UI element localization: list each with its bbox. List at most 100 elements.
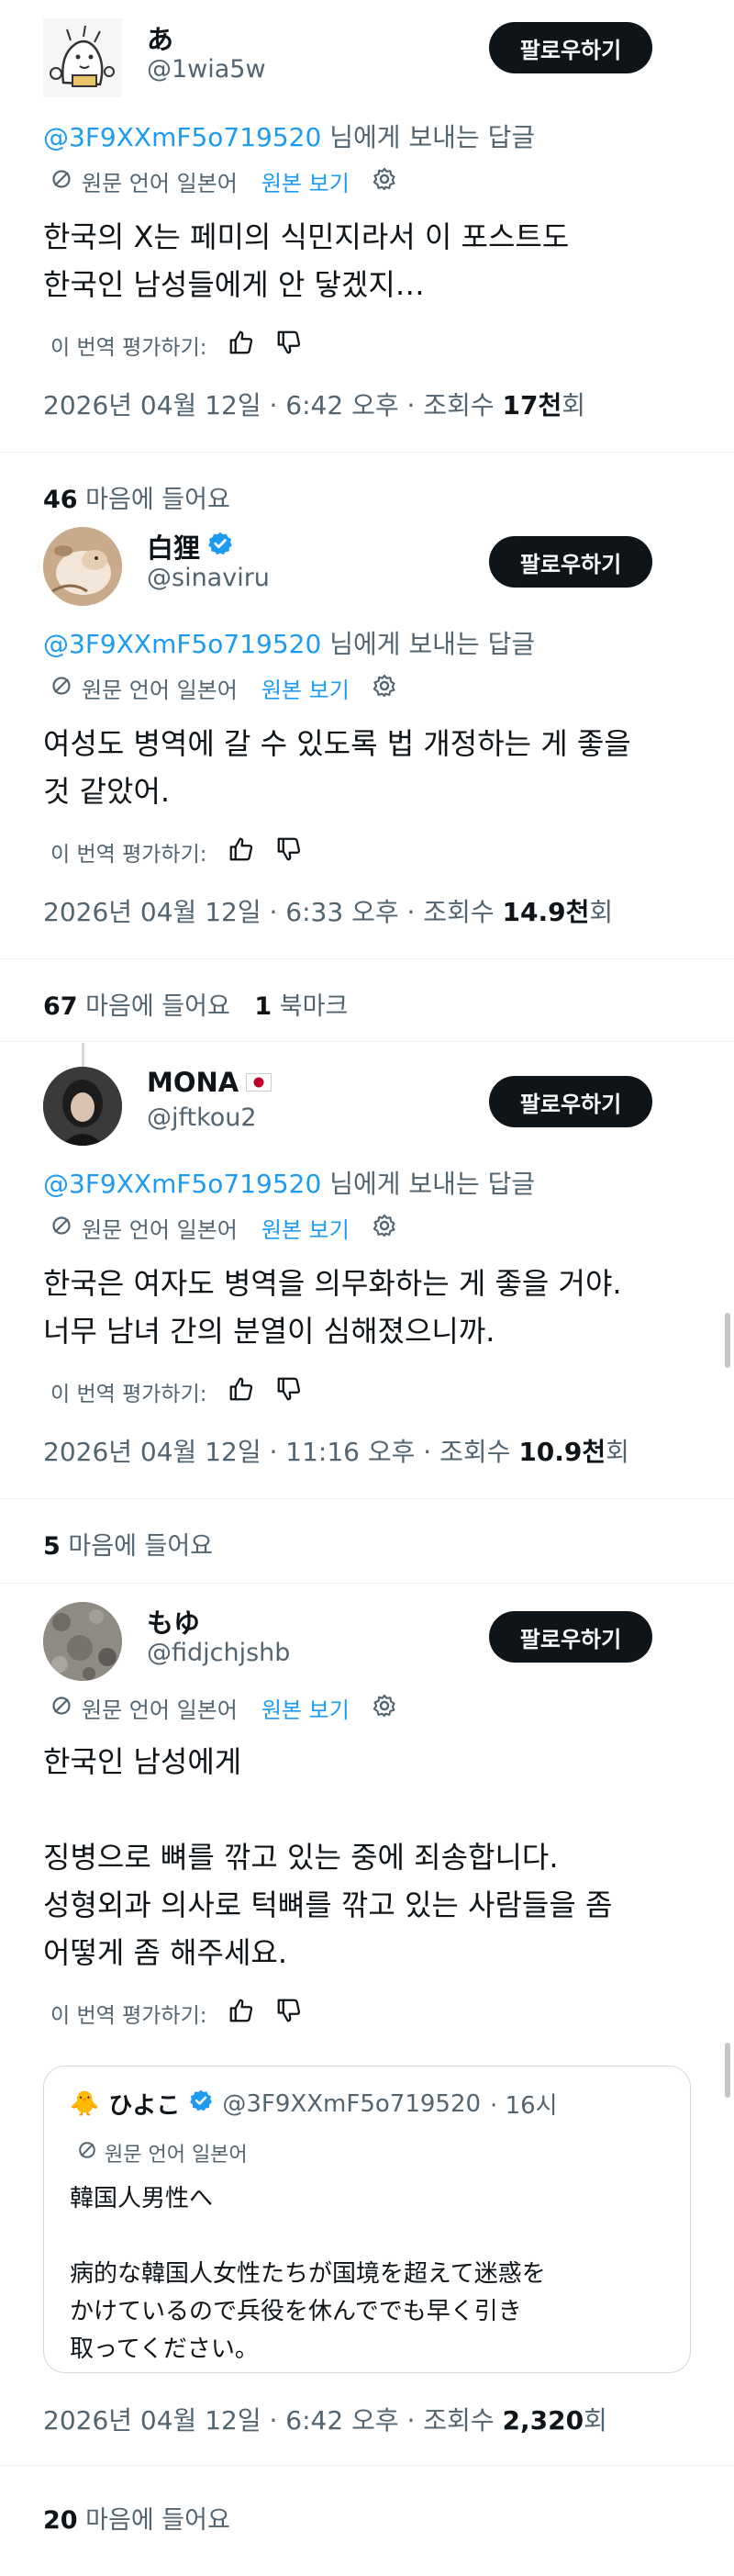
- display-name[interactable]: MONA: [147, 1067, 272, 1098]
- chick-emoji-icon: 🐥: [70, 2089, 100, 2118]
- show-original-link[interactable]: 원본 보기: [261, 1692, 350, 1724]
- reply-to-line: @3F9XXmF5o719520 님에게 보내는 답글: [43, 1164, 535, 1201]
- display-name[interactable]: もゆ: [147, 1602, 200, 1641]
- post-text: 한국은 여자도 병역을 의무화하는 게 좋을 거야. 너무 남녀 간의 분열이 …: [43, 1266, 622, 1349]
- likes-label[interactable]: 마음에 들어요: [85, 486, 230, 514]
- likes-count[interactable]: 46: [43, 486, 78, 514]
- quoted-post[interactable]: 🐥 ひよこ @3F9XXmF5o719520 · 16시 원문 언어 일본어 韓…: [43, 2066, 691, 2373]
- rate-translation-row: 이 번역 평가하기:: [50, 1997, 303, 2030]
- views-unit: 회: [606, 1437, 629, 1467]
- display-name-text: もゆ: [147, 1607, 201, 1639]
- follow-button[interactable]: 팔로우하기: [489, 1611, 652, 1663]
- views-unit: 회: [562, 390, 585, 420]
- source-language: 원문 언어 일본어: [82, 1697, 238, 1723]
- likes-label[interactable]: 마음에 들어요: [85, 992, 230, 1021]
- verified-badge-icon: [189, 2089, 213, 2119]
- likes-count[interactable]: 20: [43, 2506, 78, 2535]
- translate-icon: [50, 675, 72, 702]
- show-original-link[interactable]: 원본 보기: [261, 1212, 350, 1244]
- post-metadata: 2026년 04월 12일 · 6:42 오후 · 조회수 2,320회: [43, 2401, 607, 2437]
- scrollbar-thumb[interactable]: [725, 1313, 730, 1368]
- divider: [0, 1498, 734, 1499]
- user-handle[interactable]: @1wia5w: [147, 55, 266, 84]
- divider: [0, 1583, 734, 1584]
- thumbs-down-icon[interactable]: [275, 835, 303, 868]
- likes-count[interactable]: 5: [43, 1532, 61, 1561]
- post-metadata: 2026년 04월 12일 · 11:16 오후 · 조회수 10.9천회: [43, 1432, 629, 1469]
- divider: [0, 958, 734, 959]
- follow-button[interactable]: 팔로우하기: [489, 22, 652, 73]
- thumbs-up-icon[interactable]: [228, 835, 255, 868]
- show-original-link[interactable]: 원본 보기: [261, 165, 350, 197]
- bookmarks-label[interactable]: 북마크: [280, 992, 349, 1021]
- gear-icon[interactable]: [372, 1213, 397, 1244]
- timestamp[interactable]: 2026년 04월 12일 · 6:42 오후 ·: [43, 390, 415, 420]
- thumbs-up-icon[interactable]: [228, 1997, 255, 2030]
- mention-link[interactable]: @3F9XXmF5o719520: [43, 629, 321, 659]
- thumbs-down-icon[interactable]: [275, 329, 303, 362]
- avatar[interactable]: [43, 527, 122, 606]
- mention-link[interactable]: @3F9XXmF5o719520: [43, 1169, 321, 1199]
- bookmarks-count[interactable]: 1: [254, 992, 272, 1021]
- gear-icon[interactable]: [372, 1693, 397, 1724]
- engagement-stats: 46 마음에 들어요: [43, 479, 230, 515]
- thumbs-up-icon[interactable]: [228, 329, 255, 362]
- thumbs-down-icon[interactable]: [275, 1375, 303, 1408]
- engagement-stats: 20 마음에 들어요: [43, 2500, 230, 2536]
- quoted-post-text: 韓国人男性へ 病的な韓国人女性たちが国境を超えて迷惑を かけているので兵役を休ん…: [70, 2185, 546, 2363]
- avatar[interactable]: [43, 1602, 122, 1681]
- thumbs-down-icon[interactable]: [275, 1997, 303, 2030]
- translate-icon: [50, 1695, 72, 1722]
- avatar[interactable]: [43, 1067, 122, 1146]
- views-count: 17천: [502, 390, 562, 420]
- scrollbar-thumb[interactable]: [725, 2043, 730, 2098]
- timestamp[interactable]: 2026년 04월 12일 · 6:42 오후 ·: [43, 2405, 415, 2436]
- avatar[interactable]: [43, 18, 122, 97]
- timestamp[interactable]: 2026년 04월 12일 · 6:33 오후 ·: [43, 897, 415, 927]
- follow-button[interactable]: 팔로우하기: [489, 536, 652, 588]
- translation-row: 원문 언어 일본어 원본 보기: [50, 672, 397, 704]
- likes-label[interactable]: 마음에 들어요: [68, 1532, 213, 1561]
- views-label: 조회수: [423, 2405, 495, 2436]
- gear-icon[interactable]: [372, 166, 397, 197]
- user-handle[interactable]: @sinaviru: [147, 564, 270, 592]
- reply-to-line: @3F9XXmF5o719520 님에게 보내는 답글: [43, 118, 535, 154]
- display-name[interactable]: 白狸: [147, 527, 233, 566]
- user-handle[interactable]: @jftkou2: [147, 1103, 257, 1132]
- rate-translation-row: 이 번역 평가하기:: [50, 1375, 303, 1408]
- quoted-display-name: ひよこ: [108, 2092, 181, 2120]
- post-metadata: 2026년 04월 12일 · 6:42 오후 · 조회수 17천회: [43, 386, 585, 422]
- post-text: 한국의 X는 페미의 식민지라서 이 포스트도 한국인 남성들에게 안 닿겠지…: [43, 219, 570, 302]
- quoted-source-language: 원문 언어 일본어: [105, 2144, 248, 2167]
- divider: [0, 452, 734, 453]
- translate-icon: [50, 168, 72, 196]
- views-unit: 회: [589, 897, 614, 927]
- source-language: 원문 언어 일본어: [82, 171, 238, 196]
- follow-button[interactable]: 팔로우하기: [489, 1076, 652, 1127]
- quoted-post-header: 🐥 ひよこ @3F9XXmF5o719520 · 16시: [70, 2087, 558, 2121]
- verified-badge-icon: [207, 531, 233, 563]
- gear-icon[interactable]: [372, 673, 397, 704]
- display-name-text: MONA: [147, 1067, 239, 1098]
- views-count: 14.9천: [502, 897, 590, 927]
- mention-link[interactable]: @3F9XXmF5o719520: [43, 122, 321, 152]
- views-label: 조회수: [423, 897, 495, 927]
- likes-label[interactable]: 마음에 들어요: [85, 2506, 230, 2535]
- translate-icon: [50, 1215, 72, 1242]
- thumbs-up-icon[interactable]: [228, 1375, 255, 1408]
- japan-flag-icon: [246, 1067, 272, 1098]
- user-handle[interactable]: @fidjchjshb: [147, 1639, 290, 1667]
- likes-count[interactable]: 67: [43, 992, 78, 1021]
- rate-translation-row: 이 번역 평가하기:: [50, 329, 303, 362]
- engagement-stats: 67 마음에 들어요 1 북마크: [43, 986, 348, 1022]
- rate-translation-label: 이 번역 평가하기:: [50, 336, 207, 360]
- reply-to-line: @3F9XXmF5o719520 님에게 보내는 답글: [43, 624, 535, 661]
- quoted-translation-row: 원문 언어 일본어: [77, 2138, 248, 2167]
- show-original-link[interactable]: 원본 보기: [261, 672, 350, 704]
- quoted-time: · 16시: [490, 2092, 558, 2120]
- views-label: 조회수: [423, 390, 495, 420]
- timestamp[interactable]: 2026년 04월 12일 · 11:16 오후 ·: [43, 1437, 431, 1467]
- display-name[interactable]: あ: [147, 18, 173, 57]
- rate-translation-label: 이 번역 평가하기:: [50, 2004, 207, 2028]
- rate-translation-label: 이 번역 평가하기:: [50, 843, 207, 867]
